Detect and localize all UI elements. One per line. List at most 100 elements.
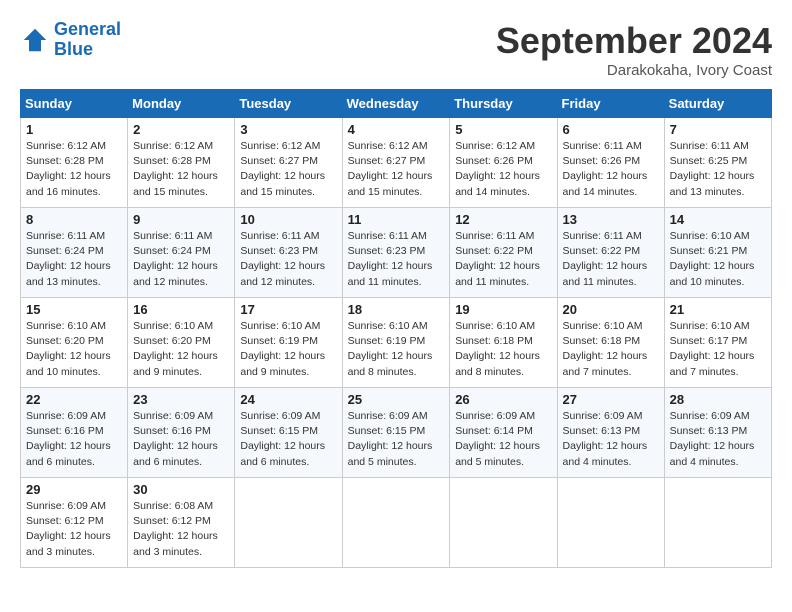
day-number: 14 <box>670 212 766 227</box>
day-number: 23 <box>133 392 229 407</box>
calendar-day-cell: 10 Sunrise: 6:11 AM Sunset: 6:23 PM Dayl… <box>235 208 342 298</box>
day-info: Sunrise: 6:12 AM Sunset: 6:28 PM Dayligh… <box>133 139 229 200</box>
day-number: 20 <box>563 302 659 317</box>
day-info: Sunrise: 6:10 AM Sunset: 6:18 PM Dayligh… <box>455 319 551 380</box>
calendar-day-cell <box>557 478 664 568</box>
day-number: 15 <box>26 302 122 317</box>
calendar-day-cell: 21 Sunrise: 6:10 AM Sunset: 6:17 PM Dayl… <box>664 298 771 388</box>
calendar-day-cell: 2 Sunrise: 6:12 AM Sunset: 6:28 PM Dayli… <box>128 118 235 208</box>
day-number: 7 <box>670 122 766 137</box>
day-info: Sunrise: 6:10 AM Sunset: 6:19 PM Dayligh… <box>348 319 445 380</box>
logo: General Blue <box>20 20 121 60</box>
calendar-day-cell: 25 Sunrise: 6:09 AM Sunset: 6:15 PM Dayl… <box>342 388 450 478</box>
calendar-day-cell: 29 Sunrise: 6:09 AM Sunset: 6:12 PM Dayl… <box>21 478 128 568</box>
day-number: 4 <box>348 122 445 137</box>
calendar-day-header: Sunday <box>21 90 128 118</box>
day-info: Sunrise: 6:11 AM Sunset: 6:24 PM Dayligh… <box>26 229 122 290</box>
calendar-day-cell: 9 Sunrise: 6:11 AM Sunset: 6:24 PM Dayli… <box>128 208 235 298</box>
calendar-day-cell: 7 Sunrise: 6:11 AM Sunset: 6:25 PM Dayli… <box>664 118 771 208</box>
calendar-day-cell: 27 Sunrise: 6:09 AM Sunset: 6:13 PM Dayl… <box>557 388 664 478</box>
month-title: September 2024 <box>496 20 772 62</box>
day-number: 26 <box>455 392 551 407</box>
day-number: 12 <box>455 212 551 227</box>
calendar-day-header: Monday <box>128 90 235 118</box>
calendar-day-cell: 3 Sunrise: 6:12 AM Sunset: 6:27 PM Dayli… <box>235 118 342 208</box>
day-info: Sunrise: 6:11 AM Sunset: 6:22 PM Dayligh… <box>563 229 659 290</box>
calendar-day-cell: 26 Sunrise: 6:09 AM Sunset: 6:14 PM Dayl… <box>450 388 557 478</box>
calendar-day-cell: 20 Sunrise: 6:10 AM Sunset: 6:18 PM Dayl… <box>557 298 664 388</box>
calendar-day-cell: 30 Sunrise: 6:08 AM Sunset: 6:12 PM Dayl… <box>128 478 235 568</box>
calendar-day-cell: 24 Sunrise: 6:09 AM Sunset: 6:15 PM Dayl… <box>235 388 342 478</box>
day-info: Sunrise: 6:09 AM Sunset: 6:15 PM Dayligh… <box>240 409 336 470</box>
calendar-day-header: Saturday <box>664 90 771 118</box>
calendar-day-cell: 12 Sunrise: 6:11 AM Sunset: 6:22 PM Dayl… <box>450 208 557 298</box>
calendar-week-row: 1 Sunrise: 6:12 AM Sunset: 6:28 PM Dayli… <box>21 118 772 208</box>
page-header: General Blue September 2024 Darakokaha, … <box>20 20 772 79</box>
title-block: September 2024 Darakokaha, Ivory Coast <box>496 20 772 79</box>
day-info: Sunrise: 6:11 AM Sunset: 6:23 PM Dayligh… <box>240 229 336 290</box>
calendar-week-row: 8 Sunrise: 6:11 AM Sunset: 6:24 PM Dayli… <box>21 208 772 298</box>
day-info: Sunrise: 6:09 AM Sunset: 6:16 PM Dayligh… <box>133 409 229 470</box>
calendar-day-cell: 4 Sunrise: 6:12 AM Sunset: 6:27 PM Dayli… <box>342 118 450 208</box>
day-info: Sunrise: 6:10 AM Sunset: 6:20 PM Dayligh… <box>133 319 229 380</box>
calendar-day-cell: 18 Sunrise: 6:10 AM Sunset: 6:19 PM Dayl… <box>342 298 450 388</box>
calendar-week-row: 22 Sunrise: 6:09 AM Sunset: 6:16 PM Dayl… <box>21 388 772 478</box>
day-info: Sunrise: 6:08 AM Sunset: 6:12 PM Dayligh… <box>133 499 229 560</box>
day-info: Sunrise: 6:09 AM Sunset: 6:14 PM Dayligh… <box>455 409 551 470</box>
calendar-day-cell: 17 Sunrise: 6:10 AM Sunset: 6:19 PM Dayl… <box>235 298 342 388</box>
day-number: 3 <box>240 122 336 137</box>
logo-line2: Blue <box>54 40 121 60</box>
day-info: Sunrise: 6:11 AM Sunset: 6:23 PM Dayligh… <box>348 229 445 290</box>
day-info: Sunrise: 6:12 AM Sunset: 6:28 PM Dayligh… <box>26 139 122 200</box>
day-info: Sunrise: 6:09 AM Sunset: 6:12 PM Dayligh… <box>26 499 122 560</box>
calendar-day-cell: 5 Sunrise: 6:12 AM Sunset: 6:26 PM Dayli… <box>450 118 557 208</box>
day-info: Sunrise: 6:12 AM Sunset: 6:26 PM Dayligh… <box>455 139 551 200</box>
day-info: Sunrise: 6:12 AM Sunset: 6:27 PM Dayligh… <box>240 139 336 200</box>
calendar-day-header: Thursday <box>450 90 557 118</box>
day-number: 29 <box>26 482 122 497</box>
calendar-day-cell: 22 Sunrise: 6:09 AM Sunset: 6:16 PM Dayl… <box>21 388 128 478</box>
calendar-day-cell: 16 Sunrise: 6:10 AM Sunset: 6:20 PM Dayl… <box>128 298 235 388</box>
calendar-day-header: Wednesday <box>342 90 450 118</box>
day-info: Sunrise: 6:10 AM Sunset: 6:20 PM Dayligh… <box>26 319 122 380</box>
day-number: 24 <box>240 392 336 407</box>
day-number: 2 <box>133 122 229 137</box>
day-number: 8 <box>26 212 122 227</box>
day-number: 9 <box>133 212 229 227</box>
calendar-day-cell: 14 Sunrise: 6:10 AM Sunset: 6:21 PM Dayl… <box>664 208 771 298</box>
day-number: 27 <box>563 392 659 407</box>
day-info: Sunrise: 6:12 AM Sunset: 6:27 PM Dayligh… <box>348 139 445 200</box>
calendar-day-cell: 11 Sunrise: 6:11 AM Sunset: 6:23 PM Dayl… <box>342 208 450 298</box>
day-info: Sunrise: 6:09 AM Sunset: 6:16 PM Dayligh… <box>26 409 122 470</box>
day-number: 25 <box>348 392 445 407</box>
day-number: 30 <box>133 482 229 497</box>
calendar-day-cell: 23 Sunrise: 6:09 AM Sunset: 6:16 PM Dayl… <box>128 388 235 478</box>
calendar-day-cell: 28 Sunrise: 6:09 AM Sunset: 6:13 PM Dayl… <box>664 388 771 478</box>
day-info: Sunrise: 6:09 AM Sunset: 6:15 PM Dayligh… <box>348 409 445 470</box>
calendar-week-row: 29 Sunrise: 6:09 AM Sunset: 6:12 PM Dayl… <box>21 478 772 568</box>
day-info: Sunrise: 6:10 AM Sunset: 6:17 PM Dayligh… <box>670 319 766 380</box>
day-info: Sunrise: 6:09 AM Sunset: 6:13 PM Dayligh… <box>670 409 766 470</box>
day-number: 6 <box>563 122 659 137</box>
calendar-day-cell <box>235 478 342 568</box>
day-number: 13 <box>563 212 659 227</box>
calendar-day-cell <box>450 478 557 568</box>
calendar-header-row: SundayMondayTuesdayWednesdayThursdayFrid… <box>21 90 772 118</box>
day-number: 22 <box>26 392 122 407</box>
calendar-week-row: 15 Sunrise: 6:10 AM Sunset: 6:20 PM Dayl… <box>21 298 772 388</box>
calendar-day-cell <box>664 478 771 568</box>
day-number: 10 <box>240 212 336 227</box>
day-number: 19 <box>455 302 551 317</box>
day-info: Sunrise: 6:09 AM Sunset: 6:13 PM Dayligh… <box>563 409 659 470</box>
day-info: Sunrise: 6:10 AM Sunset: 6:21 PM Dayligh… <box>670 229 766 290</box>
calendar-day-cell <box>342 478 450 568</box>
day-number: 18 <box>348 302 445 317</box>
day-number: 21 <box>670 302 766 317</box>
day-info: Sunrise: 6:11 AM Sunset: 6:26 PM Dayligh… <box>563 139 659 200</box>
day-info: Sunrise: 6:11 AM Sunset: 6:25 PM Dayligh… <box>670 139 766 200</box>
calendar-day-cell: 8 Sunrise: 6:11 AM Sunset: 6:24 PM Dayli… <box>21 208 128 298</box>
day-number: 1 <box>26 122 122 137</box>
calendar-day-cell: 19 Sunrise: 6:10 AM Sunset: 6:18 PM Dayl… <box>450 298 557 388</box>
day-info: Sunrise: 6:10 AM Sunset: 6:18 PM Dayligh… <box>563 319 659 380</box>
day-number: 11 <box>348 212 445 227</box>
